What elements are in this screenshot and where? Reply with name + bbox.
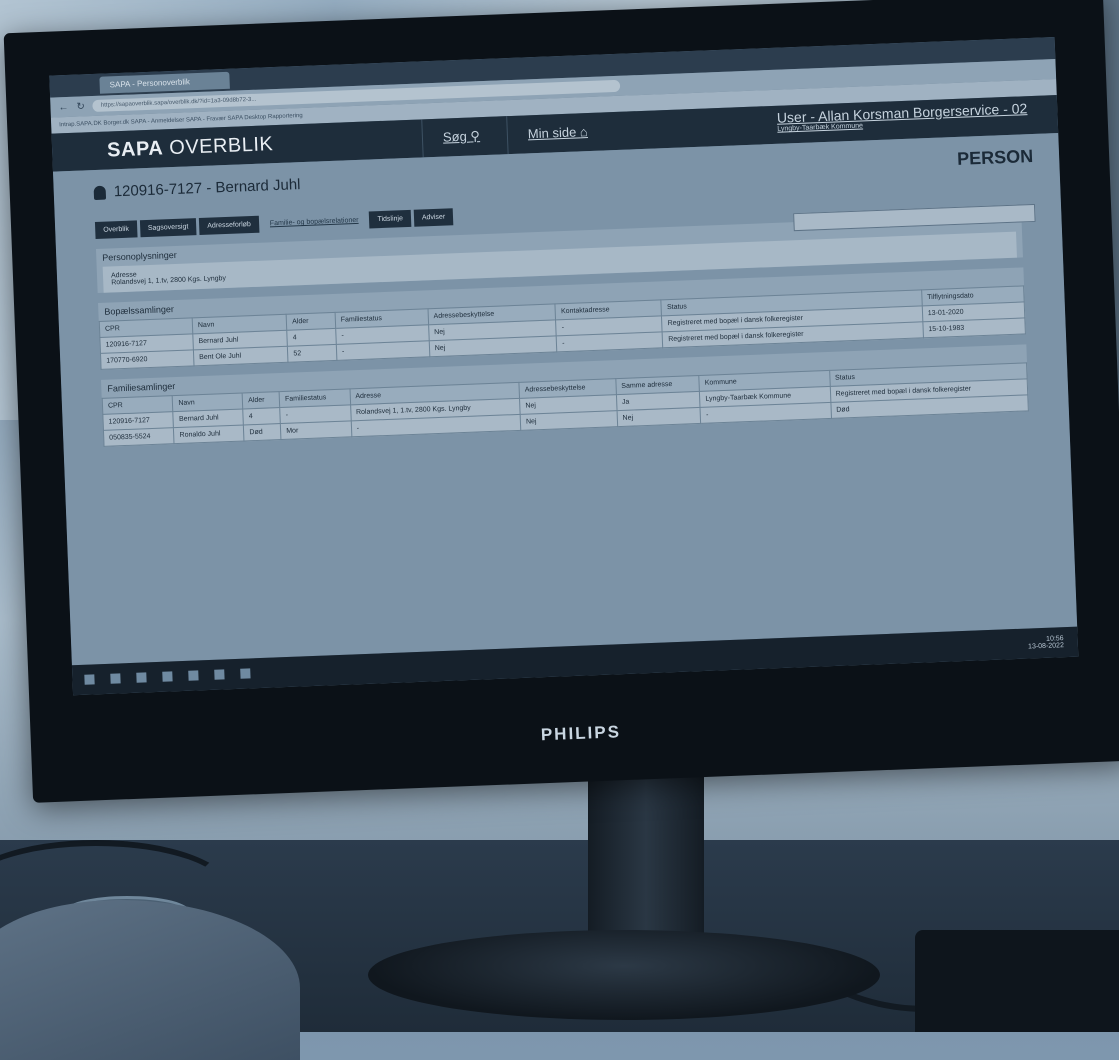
taskbar-clock[interactable]: 10:56 13-08-2022 (1028, 635, 1064, 650)
table-cell: Nej (616, 407, 701, 427)
reload-icon[interactable]: ↻ (76, 101, 85, 112)
tab-overblik[interactable]: Overblik (94, 220, 138, 240)
table-cell: Nej (520, 410, 618, 431)
table-header[interactable]: Alder (286, 312, 336, 331)
tab-familie[interactable]: Familie- og bopælsrelationer (262, 212, 367, 233)
table-cell[interactable]: 170770-6920 (100, 349, 194, 370)
user-menu[interactable]: User - Allan Korsman Borgerservice - 02 … (777, 100, 1028, 133)
taskview-icon[interactable] (136, 672, 147, 683)
monitor-stand-base (368, 930, 880, 1020)
monitor-screen: SAPA - Personoverblik ← ↻ https://sapaov… (49, 37, 1079, 696)
tab-tidslinje[interactable]: Tidslinje (369, 209, 412, 229)
my-page-link[interactable]: Min side ⌂ (506, 112, 609, 155)
table-cell: 4 (243, 407, 281, 425)
back-icon[interactable]: ← (58, 101, 68, 112)
table-cell: - (336, 340, 430, 361)
page-content: PERSON 120916-7127 - Bernard Juhl Overbl… (52, 132, 1078, 666)
tab-adviser[interactable]: Adviser (413, 208, 454, 227)
start-icon[interactable] (84, 674, 95, 685)
home-icon: ⌂ (579, 124, 589, 140)
app-icon[interactable] (240, 668, 251, 679)
table-cell[interactable]: Ronaldo Juhl (173, 424, 245, 444)
app-logo[interactable]: SAPA OVERBLIK (107, 133, 274, 162)
search-icon[interactable] (110, 673, 121, 684)
table-cell: 4 (286, 328, 337, 347)
table-cell: Død (243, 423, 282, 441)
explorer-icon[interactable] (162, 671, 173, 682)
browser-icon[interactable] (188, 670, 199, 681)
person-icon (93, 185, 107, 200)
table-cell[interactable]: Bent Ole Juhl (193, 346, 289, 366)
page-type-label: PERSON (956, 145, 1034, 169)
browser-tab[interactable]: SAPA - Personoverblik (99, 71, 230, 94)
clock-date: 13-08-2022 (1027, 642, 1065, 651)
search-link[interactable]: Søg ⚲ (421, 116, 501, 158)
speaker-device (915, 930, 1119, 1032)
table-cell[interactable]: 050835-5524 (103, 427, 175, 447)
table-cell: 15-10-1983 (922, 317, 1026, 338)
tab-adresseforloeb[interactable]: Adresseforløb (199, 215, 260, 236)
table-header[interactable]: Alder (242, 391, 280, 409)
monitor-brand-logo: PHILIPS (540, 722, 622, 745)
mail-icon[interactable] (214, 669, 225, 680)
search-icon: ⚲ (470, 128, 481, 144)
table-cell: 52 (287, 344, 337, 363)
table-cell: Mor (280, 420, 352, 440)
monitor: SAPA - Personoverblik ← ↻ https://sapaov… (3, 0, 1119, 803)
person-title: 120916-7127 - Bernard Juhl (113, 176, 301, 201)
table-cell: - (556, 331, 664, 352)
tab-sagsoversigt[interactable]: Sagsoversigt (139, 218, 197, 238)
